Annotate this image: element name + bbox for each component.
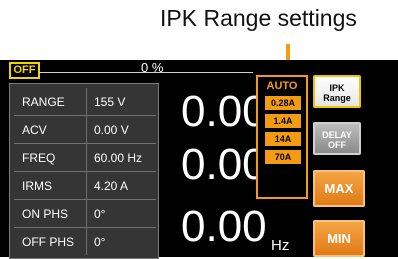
param-value: 0° xyxy=(94,207,106,221)
param-label: RANGE xyxy=(22,95,65,109)
ipk-range-softkey[interactable]: IPK Range xyxy=(313,75,361,108)
callout-annotation: IPK Range settings xyxy=(160,5,398,75)
param-label: ON PHS xyxy=(22,207,69,221)
ipk-range-auto-option[interactable]: AUTO xyxy=(258,79,306,93)
delay-softkey[interactable]: DELAY OFF xyxy=(313,122,361,155)
param-divider xyxy=(86,144,87,171)
param-value: 4.20 A xyxy=(94,179,129,193)
softkey-label-line1: DELAY xyxy=(322,130,352,140)
param-row-irms[interactable]: IRMS 4.20 A xyxy=(14,172,156,200)
param-label: FREQ xyxy=(22,151,56,165)
param-label: ACV xyxy=(22,123,47,137)
param-value: 0° xyxy=(94,235,106,249)
ipk-range-option-70a[interactable]: 70A xyxy=(264,149,302,165)
param-row-on-phase[interactable]: ON PHS 0° xyxy=(14,200,156,228)
param-label: IRMS xyxy=(22,179,52,193)
ipk-range-menu: AUTO 0.28A 1.4A 14A 70A xyxy=(256,75,308,199)
min-softkey[interactable]: MIN xyxy=(313,220,365,257)
softkey-label-line1: IPK xyxy=(329,83,345,93)
param-value: 60.00 Hz xyxy=(94,151,143,165)
frequency-unit: Hz xyxy=(271,237,290,254)
ipk-range-option-14a[interactable]: 14A xyxy=(264,131,302,147)
current-reading: 0.00 xyxy=(181,140,267,189)
param-value: 155 V xyxy=(94,95,126,109)
param-label: OFF PHS xyxy=(22,235,75,249)
param-row-range[interactable]: RANGE 155 V xyxy=(14,88,156,116)
param-row-freq[interactable]: FREQ 60.00 Hz xyxy=(14,144,156,172)
output-status-badge: OFF xyxy=(9,62,40,79)
parameter-panel: RANGE 155 V ACV 0.00 V FREQ 60.00 Hz IRM… xyxy=(9,83,159,259)
softkey-label-line2: OFF xyxy=(328,140,346,150)
param-value: 0.00 V xyxy=(94,123,129,137)
max-softkey[interactable]: MAX xyxy=(313,170,365,207)
param-row-off-phase[interactable]: OFF PHS 0° xyxy=(14,228,156,255)
param-divider xyxy=(86,88,87,115)
softkey-label-line2: Range xyxy=(323,93,351,103)
param-row-acv[interactable]: ACV 0.00 V xyxy=(14,116,156,144)
ipk-range-option-1p4a[interactable]: 1.4A xyxy=(264,113,302,129)
param-divider xyxy=(86,116,87,143)
status-divider xyxy=(38,72,253,73)
device-screen: OFF 0 % RANGE 155 V ACV 0.00 V FREQ 60.0… xyxy=(0,60,398,259)
frequency-reading: 0.00 xyxy=(181,202,267,251)
callout-label: IPK Range settings xyxy=(160,5,357,31)
param-divider xyxy=(86,200,87,227)
ipk-range-option-0p28a[interactable]: 0.28A xyxy=(264,95,302,111)
voltage-reading: 0.00 xyxy=(181,87,267,136)
param-divider xyxy=(86,228,87,255)
param-divider xyxy=(86,172,87,199)
